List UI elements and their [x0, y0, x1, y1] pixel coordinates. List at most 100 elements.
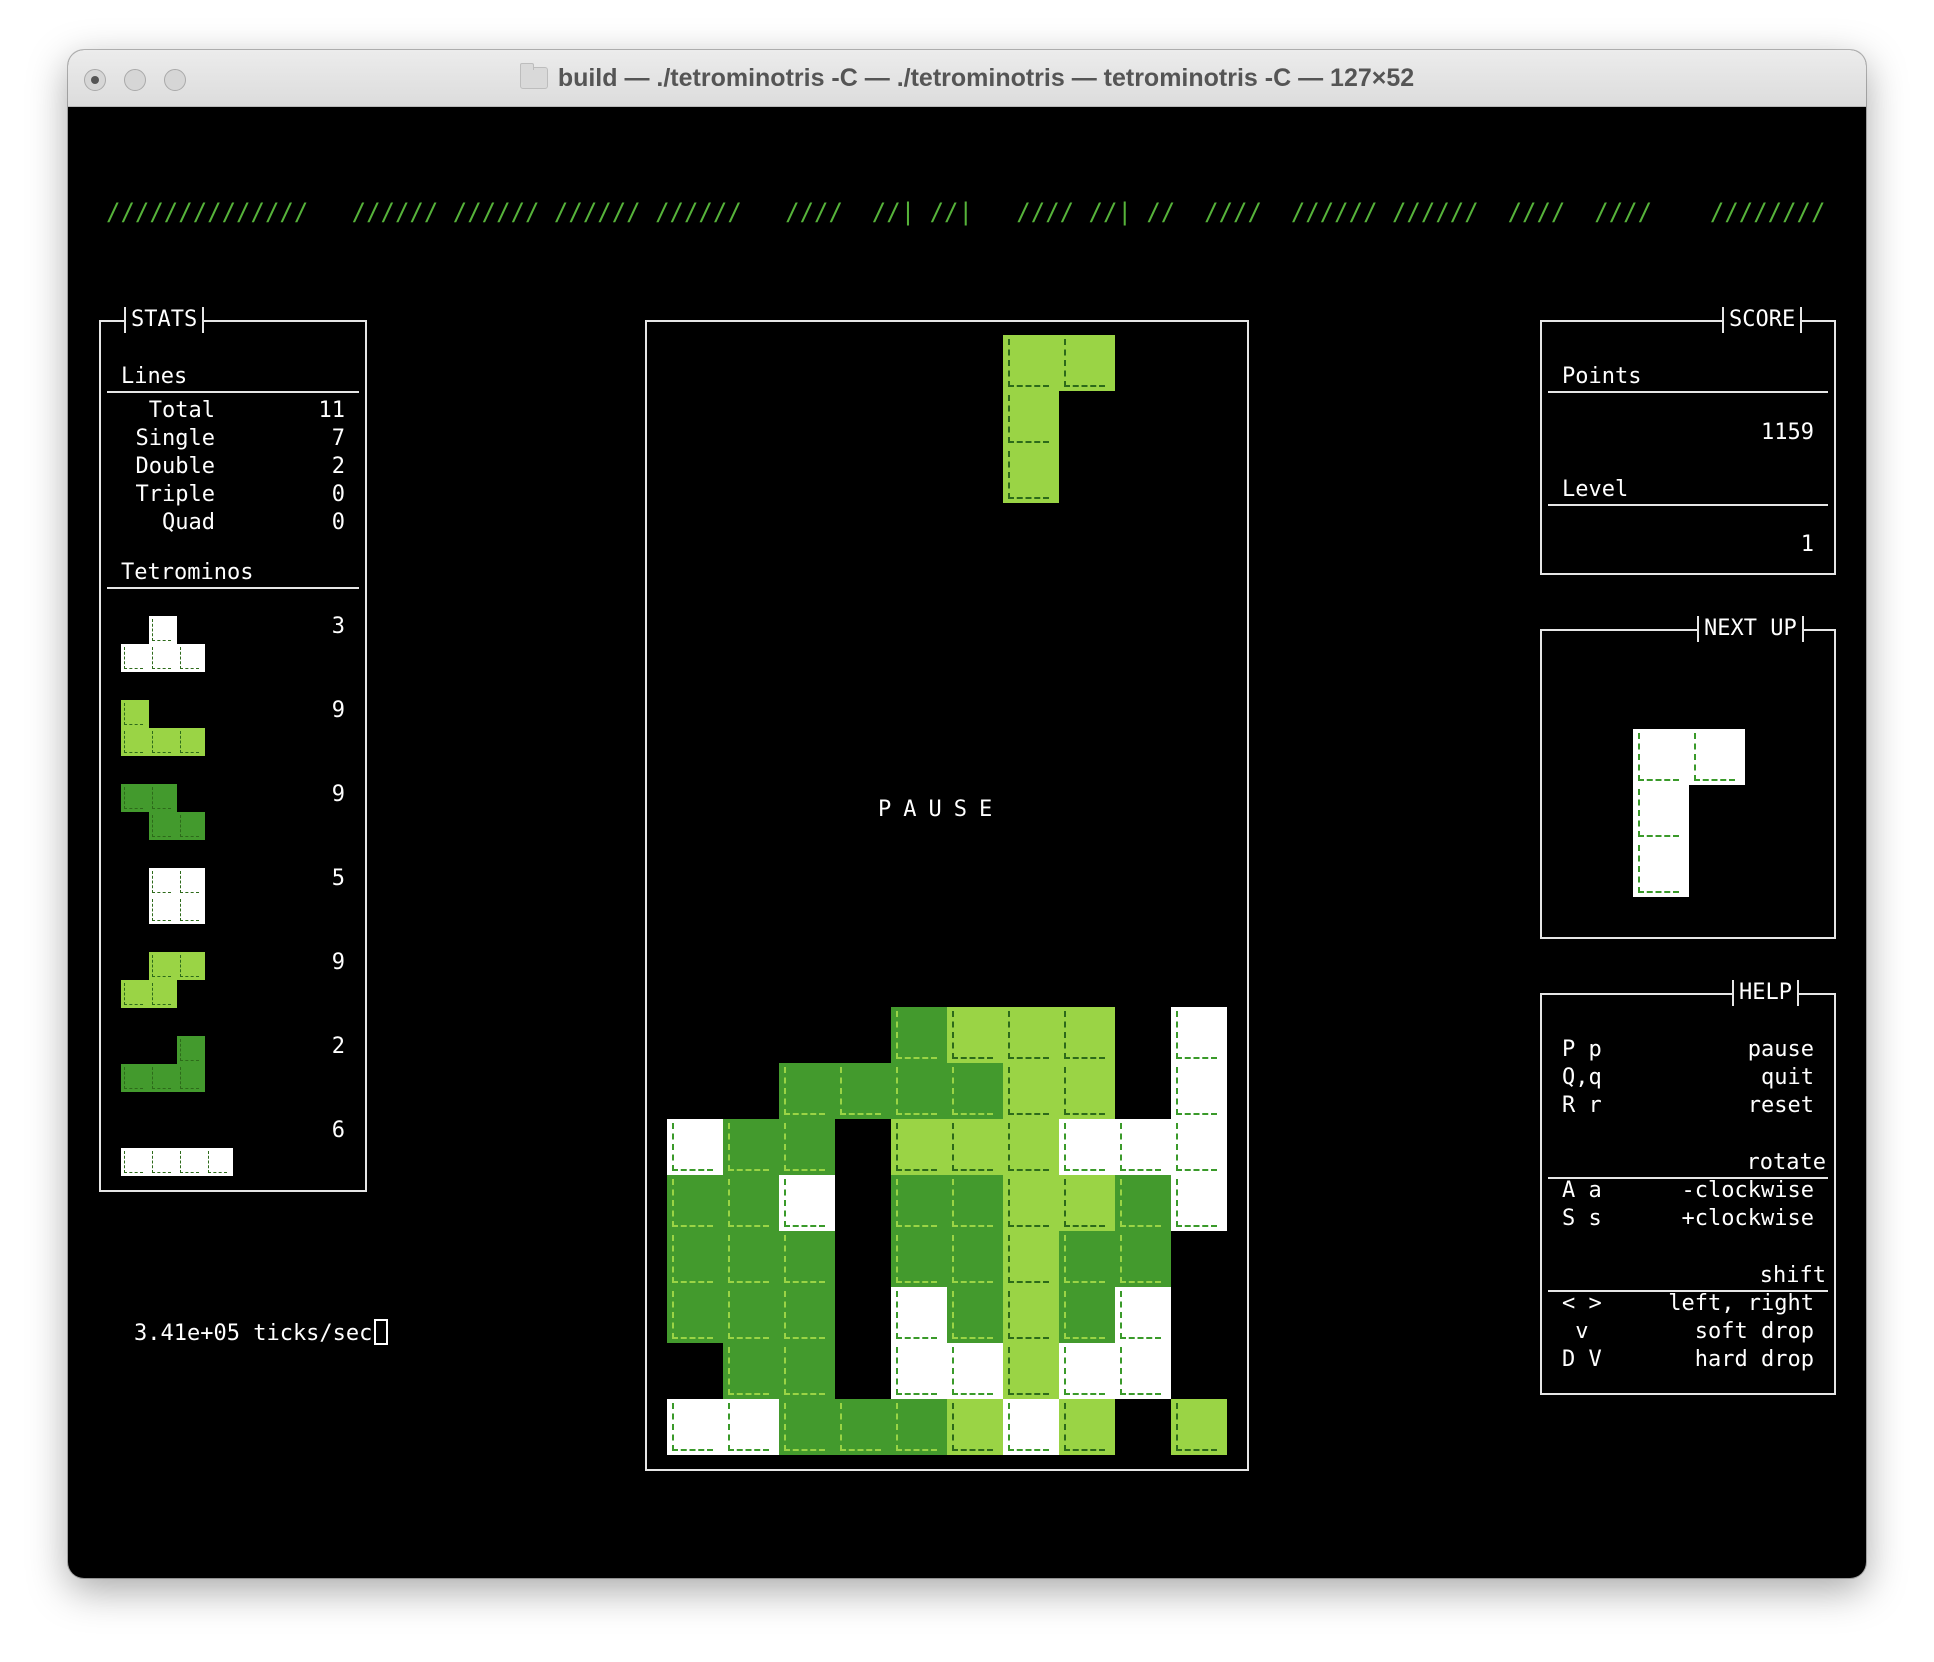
stack-block: [947, 1063, 1003, 1119]
stack-block: [1059, 1063, 1115, 1119]
stack-block: [1115, 1343, 1171, 1399]
tetromino-block: [121, 1148, 149, 1176]
tetromino-block: [149, 980, 177, 1008]
stack-block: [723, 1119, 779, 1175]
lines-total-value: 11: [318, 398, 346, 423]
stack-block: [1171, 1007, 1227, 1063]
stack-block: [1171, 1063, 1227, 1119]
tetromino-block: [149, 728, 177, 756]
lines-triple-label: Triple: [135, 482, 215, 507]
ascii-banner: ////////////// ////// ////// ////// ////…: [106, 142, 1826, 282]
stack-block: [1059, 1399, 1115, 1455]
stack-block: [1115, 1119, 1171, 1175]
next-piece-block: [1633, 729, 1689, 785]
ticks-readout: 3.41e+05 ticks/sec: [134, 1321, 373, 1346]
stack-block: [667, 1287, 723, 1343]
tetromino-count: 3: [331, 614, 345, 639]
title-bar[interactable]: build — ./tetrominotris -C — ./tetromino…: [68, 50, 1866, 107]
tetromino-count: 9: [331, 950, 345, 975]
window-title: build — ./tetrominotris -C — ./tetromino…: [68, 63, 1866, 93]
text-cursor: [374, 1319, 389, 1345]
falling-block: [1059, 335, 1115, 391]
stack-block: [891, 1119, 947, 1175]
falling-block: [1003, 447, 1059, 503]
stack-block: [1115, 1287, 1171, 1343]
lines-header: Lines: [121, 364, 188, 389]
stack-block: [891, 1063, 947, 1119]
tetromino-count: 9: [331, 782, 345, 807]
window-title-text: build — ./tetrominotris -C — ./tetromino…: [557, 64, 1415, 92]
tetromino-block: [149, 896, 177, 924]
lines-single-label: Single: [135, 426, 215, 451]
help-shift-key: < >: [1562, 1291, 1602, 1316]
level-value: 1: [1800, 532, 1814, 557]
next-piece-block: [1689, 729, 1745, 785]
next-up-panel: NEXT UP: [1540, 616, 1836, 939]
lines-total-label: Total: [148, 398, 215, 423]
lines-double-value: 2: [331, 454, 345, 479]
stack-block: [947, 1119, 1003, 1175]
shift-header: shift: [1759, 1263, 1826, 1288]
level-label: Level: [1562, 477, 1629, 502]
tetromino-count: 5: [331, 866, 345, 891]
stats-panel: STATS Lines Total 11 Single 7 Double 2 Triple 0…: [99, 307, 367, 1192]
tetromino-block: [149, 616, 177, 644]
tetromino-block: [121, 980, 149, 1008]
stack-block: [835, 1063, 891, 1119]
stack-block: [947, 1231, 1003, 1287]
score-title: SCORE: [1722, 307, 1803, 333]
stack-block: [947, 1399, 1003, 1455]
stack-block: [1171, 1175, 1227, 1231]
help-rotate-action: +clockwise: [1681, 1206, 1814, 1231]
falling-block: [1003, 391, 1059, 447]
divider: [1548, 391, 1828, 393]
stack-block: [1003, 1175, 1059, 1231]
tetromino-block: [149, 644, 177, 672]
stack-block: [723, 1231, 779, 1287]
stack-block: [1003, 1399, 1059, 1455]
tetromino-count: 2: [331, 1034, 345, 1059]
folder-icon: [519, 63, 548, 89]
lines-quad-label: Quad: [162, 510, 215, 535]
stack-block: [723, 1175, 779, 1231]
help-general-action: reset: [1747, 1093, 1814, 1118]
tetromino-block: [149, 952, 177, 980]
stack-block: [723, 1343, 779, 1399]
stack-block: [667, 1399, 723, 1455]
stack-block: [779, 1287, 835, 1343]
tetromino-block: [177, 952, 205, 980]
stack-block: [779, 1231, 835, 1287]
stack-block: [779, 1063, 835, 1119]
pause-text: PAUSE: [878, 797, 1005, 822]
score-panel: SCORE Points 1159 Level 1: [1540, 307, 1836, 575]
tetromino-block: [177, 896, 205, 924]
lines-double-label: Double: [135, 454, 215, 479]
stack-block: [1003, 1231, 1059, 1287]
divider: [107, 587, 359, 589]
game-board: PAUSE: [645, 320, 1249, 1471]
tetromino-block: [177, 812, 205, 840]
tetromino-block: [205, 1148, 233, 1176]
tetromino-block: [177, 1148, 205, 1176]
help-rotate-key: A a: [1562, 1178, 1602, 1203]
tetromino-block: [149, 784, 177, 812]
tetromino-block: [177, 1064, 205, 1092]
points-label: Points: [1562, 364, 1642, 389]
status-line: 3.41e+05 ticks/sec: [134, 1319, 389, 1346]
stack-block: [779, 1399, 835, 1455]
stack-block: [1003, 1063, 1059, 1119]
stack-block: [947, 1007, 1003, 1063]
tetromino-block: [177, 1036, 205, 1064]
stack-block: [891, 1287, 947, 1343]
stack-block: [667, 1231, 723, 1287]
stack-block: [779, 1175, 835, 1231]
stack-block: [667, 1119, 723, 1175]
stats-title: STATS: [124, 307, 205, 333]
stack-block: [1003, 1343, 1059, 1399]
stack-block: [723, 1399, 779, 1455]
tetromino-block: [121, 1064, 149, 1092]
tetromino-block: [121, 784, 149, 812]
terminal-content[interactable]: ////////////// ////// ////// ////// ////…: [68, 107, 1866, 1578]
tetromino-count: 6: [331, 1118, 345, 1143]
stack-block: [1059, 1231, 1115, 1287]
